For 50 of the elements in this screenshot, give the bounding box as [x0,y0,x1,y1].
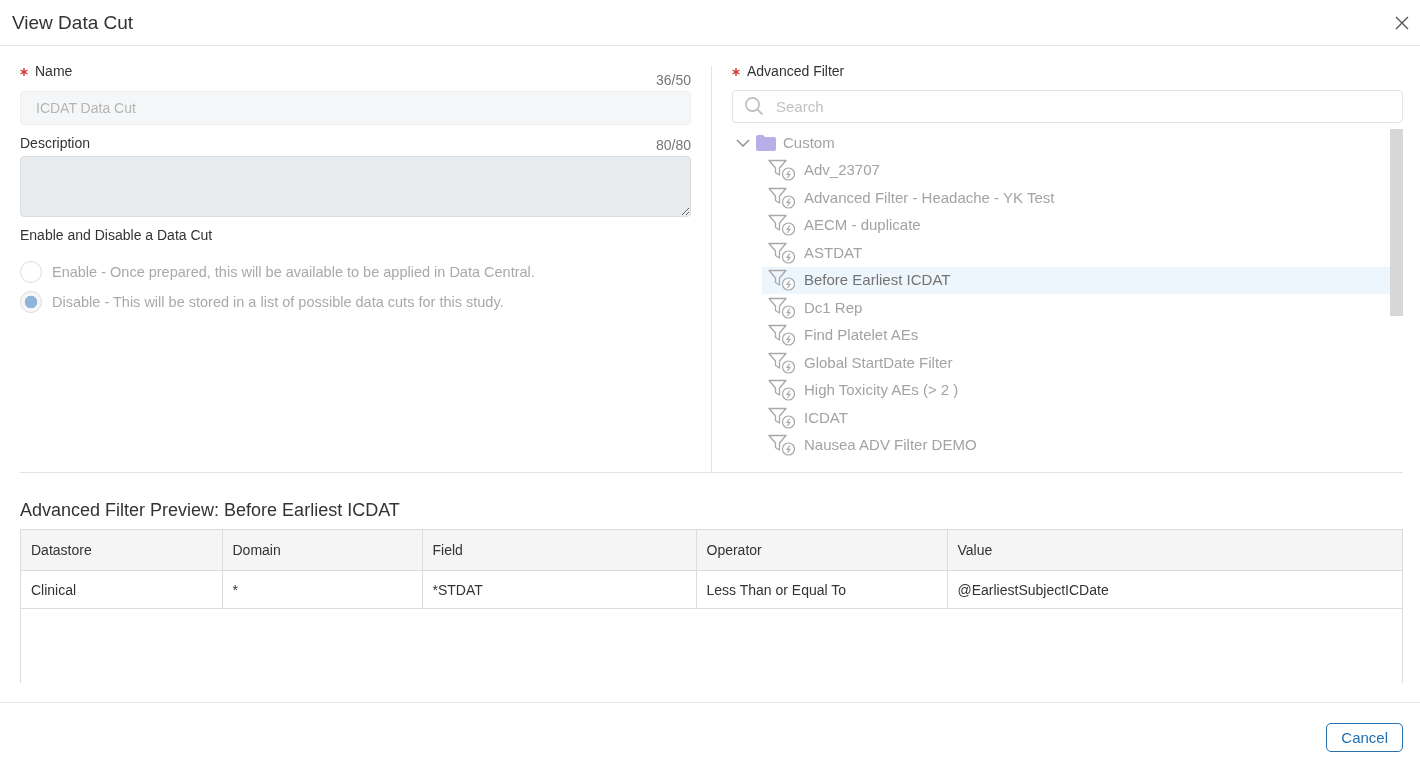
filter-icon [768,214,795,237]
filter-icon [768,379,795,402]
table-cell: Less Than or Equal To [696,570,947,609]
column-header: Field [422,530,696,571]
tree-folder[interactable]: Custom [732,129,841,157]
preview-title: Advanced Filter Preview: Before Earliest ICDAT [20,499,401,521]
dialog-title: View Data Cut [12,10,134,35]
filter-icon [768,351,795,374]
search-icon [745,97,763,115]
radio-label: Disable - This will be stored in a list of possible data cuts for this study. [52,293,504,311]
field-label: Description [20,136,91,151]
tree-item[interactable]: Dc1 Rep [762,294,1390,322]
filter-icon [768,406,795,429]
tree-item[interactable]: Nausea ADV Filter DEMO [762,431,1390,459]
folder-icon [756,134,776,151]
filter-icon [768,324,795,347]
table-cell: @EarliestSubjectICDate [947,570,1402,609]
table-cell: Clinical [21,570,222,609]
field-label: Name [35,64,73,79]
column-header: Value [947,530,1402,571]
close-button[interactable] [1395,15,1409,30]
cancel-button[interactable]: Cancel [1326,723,1403,752]
column-header: Datastore [21,530,222,571]
column-header: Operator [696,530,947,571]
field-label: Advanced Filter [747,64,845,79]
radio-label: Enable - Once prepared, this will be available to be applied in Data Central. [52,263,535,281]
tree-item[interactable]: ICDAT [762,404,1390,432]
column-header: Domain [222,530,422,571]
tree-item[interactable]: Adv_23707 [762,156,1390,184]
search-field[interactable]: Search [732,90,1403,123]
scrollbar-thumb[interactable] [1390,129,1403,316]
section-label: Enable and Disable a Data Cut [20,227,214,243]
tree-item[interactable]: Before Earliest ICDAT [762,266,1390,294]
tree-item[interactable]: AECM - duplicate [762,211,1390,239]
character-counter: 36/50 [655,72,691,90]
close-icon [1395,15,1409,30]
tree-item[interactable]: Global StartDate Filter [762,349,1390,377]
filter-icon [768,186,795,209]
table-cell: *STDAT [422,570,696,609]
tree-item[interactable]: Find Platelet AEs [762,321,1390,349]
table-cell: * [222,570,422,609]
tree-item[interactable]: Advanced Filter - Headache - YK Test [762,184,1390,212]
filter-icon [768,159,795,182]
filter-icon [768,241,795,264]
filter-icon [768,269,795,292]
tree-item[interactable]: ASTDAT [762,239,1390,267]
filter-icon [768,296,795,319]
filter-icon [768,434,795,457]
character-counter: 80/80 [655,137,691,155]
tree-item[interactable]: High Toxicity AEs (> 2 ) [762,376,1390,404]
